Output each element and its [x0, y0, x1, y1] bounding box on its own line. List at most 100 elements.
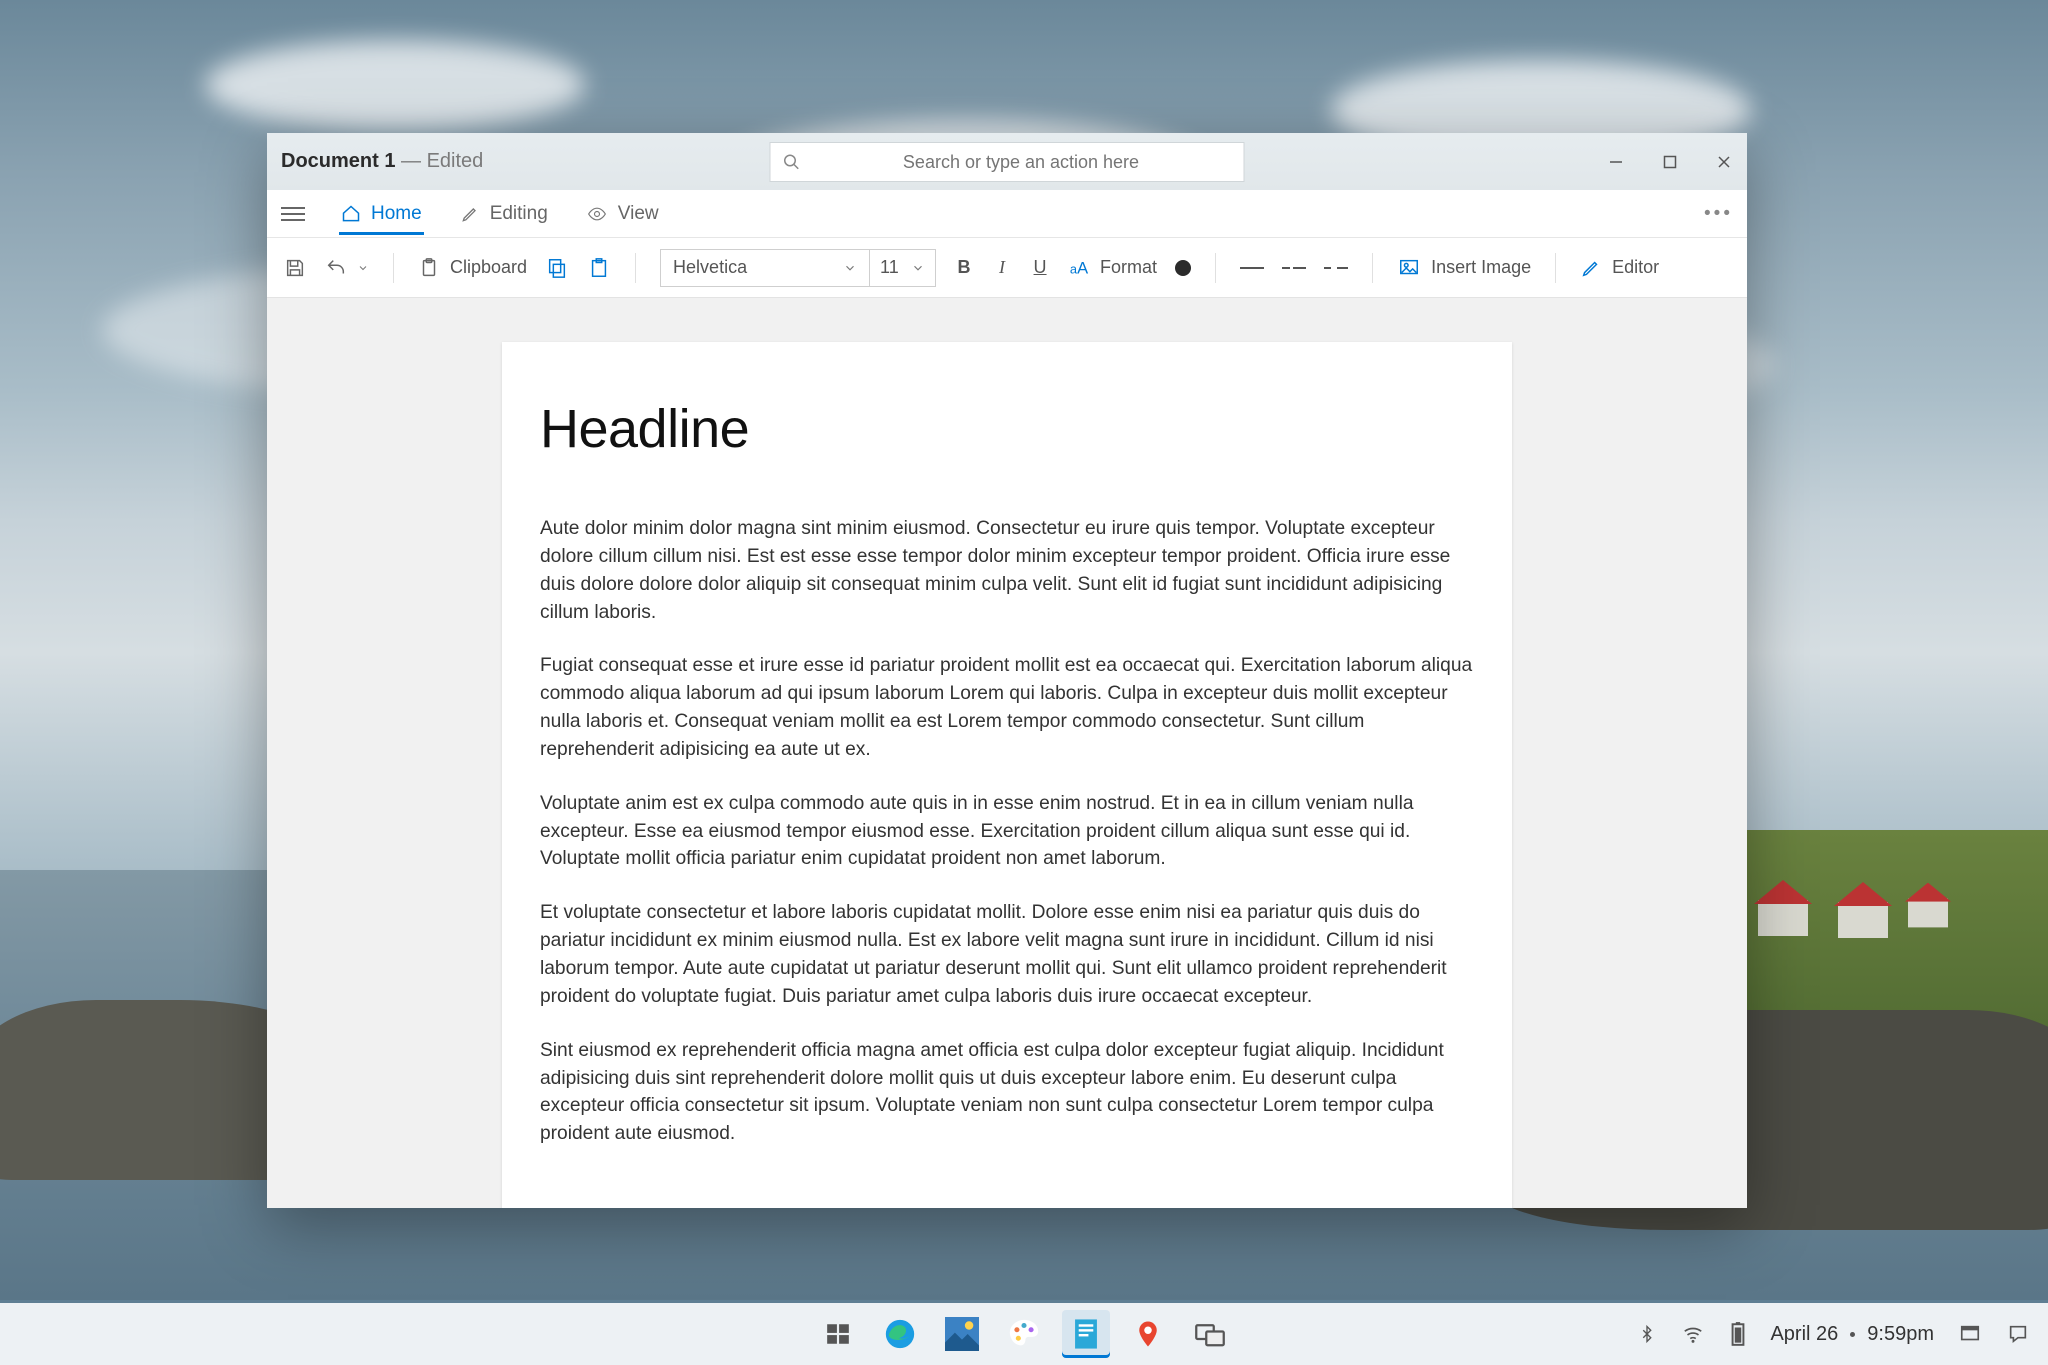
- taskbar-apps: [814, 1310, 1234, 1358]
- maximize-button[interactable]: [1661, 153, 1679, 171]
- window-title: Document 1 — Edited: [281, 150, 483, 173]
- taskbar-app-photos[interactable]: [938, 1310, 986, 1358]
- separator: [1555, 253, 1556, 283]
- insert-image-button[interactable]: Insert Image: [1397, 257, 1531, 279]
- font-size-value: 11: [880, 257, 899, 278]
- action-center-icon[interactable]: [1958, 1323, 1982, 1345]
- titlebar[interactable]: Document 1 — Edited: [267, 133, 1747, 190]
- desktop-wallpaper: Document 1 — Edited Home Editing: [0, 0, 2048, 1365]
- align-left-button[interactable]: [1240, 256, 1264, 280]
- undo-icon: [325, 257, 347, 279]
- font-color-button[interactable]: [1175, 260, 1191, 276]
- document-page[interactable]: Headline Aute dolor minim dolor magna si…: [502, 342, 1512, 1208]
- eye-icon: [586, 204, 608, 224]
- taskbar-date: April 26: [1770, 1323, 1838, 1346]
- paste-button[interactable]: [587, 256, 611, 280]
- document-paragraph[interactable]: Voluptate anim est ex culpa commodo aute…: [540, 790, 1474, 874]
- taskbar-tray: April 26 9:59pm: [1638, 1321, 2030, 1347]
- more-button[interactable]: •••: [1704, 203, 1733, 225]
- chevron-down-icon: [843, 261, 857, 275]
- undo-button[interactable]: [325, 257, 369, 279]
- notifications-icon[interactable]: [2006, 1323, 2030, 1345]
- font-family-select[interactable]: Helvetica: [660, 249, 870, 287]
- separator: [1372, 253, 1373, 283]
- chevron-down-icon: [911, 261, 925, 275]
- tabs-bar: Home Editing View •••: [267, 190, 1747, 238]
- canvas-area: Headline Aute dolor minim dolor magna si…: [267, 298, 1747, 1208]
- taskbar-app-paint[interactable]: [1000, 1310, 1048, 1358]
- start-button[interactable]: [814, 1310, 862, 1358]
- clipboard-icon: [418, 257, 440, 279]
- tab-view-label: View: [618, 203, 659, 225]
- taskbar-time: 9:59pm: [1867, 1323, 1934, 1346]
- pen-icon: [1580, 257, 1602, 279]
- bluetooth-icon[interactable]: [1638, 1322, 1656, 1346]
- save-button[interactable]: [283, 256, 307, 280]
- editor-button[interactable]: Editor: [1580, 257, 1659, 279]
- map-pin-icon: [1133, 1317, 1163, 1351]
- clipboard-button[interactable]: Clipboard: [418, 257, 527, 279]
- document-icon: [1071, 1317, 1101, 1351]
- document-paragraph[interactable]: Et voluptate consectetur et labore labor…: [540, 899, 1474, 1010]
- tab-editing[interactable]: Editing: [458, 193, 550, 234]
- tab-home-label: Home: [371, 203, 422, 225]
- document-paragraph[interactable]: Fugiat consequat esse et irure esse id p…: [540, 652, 1474, 763]
- separator: [1215, 253, 1216, 283]
- document-headline[interactable]: Headline: [540, 398, 1474, 460]
- hamburger-button[interactable]: [281, 207, 305, 221]
- editor-label: Editor: [1612, 257, 1659, 278]
- ribbon-toolbar: Clipboard Helvetica 11 B I U: [267, 238, 1747, 298]
- font-size-select[interactable]: 11: [870, 249, 936, 287]
- taskview-icon: [1195, 1321, 1225, 1347]
- copy-icon: [546, 257, 568, 279]
- separator: [393, 253, 394, 283]
- tab-editing-label: Editing: [490, 203, 548, 225]
- format-label: Format: [1100, 257, 1157, 278]
- paste-icon: [588, 257, 610, 279]
- doc-status: — Edited: [395, 150, 483, 172]
- close-button[interactable]: [1715, 153, 1733, 171]
- dot-separator-icon: [1850, 1332, 1855, 1337]
- align-center-button[interactable]: [1282, 256, 1306, 280]
- taskbar: April 26 9:59pm: [0, 1303, 2048, 1365]
- tab-view[interactable]: View: [584, 193, 661, 234]
- doc-name: Document 1: [281, 150, 395, 172]
- windows-icon: [825, 1321, 851, 1347]
- taskbar-app-taskview[interactable]: [1186, 1310, 1234, 1358]
- search-icon: [783, 153, 801, 171]
- tab-home[interactable]: Home: [339, 193, 424, 234]
- clipboard-label: Clipboard: [450, 257, 527, 278]
- taskbar-clock[interactable]: April 26 9:59pm: [1770, 1323, 1934, 1346]
- house-icon: [1758, 900, 1808, 936]
- document-paragraph[interactable]: Aute dolor minim dolor magna sint minim …: [540, 515, 1474, 626]
- document-paragraph[interactable]: Sint eiusmod ex reprehenderit officia ma…: [540, 1037, 1474, 1148]
- chevron-down-icon: [357, 262, 369, 274]
- separator: [635, 253, 636, 283]
- bold-button[interactable]: B: [954, 257, 974, 278]
- align-right-button[interactable]: [1324, 256, 1348, 280]
- svg-text:A: A: [1077, 259, 1088, 277]
- app-window: Document 1 — Edited Home Editing: [267, 133, 1747, 1208]
- insert-image-label: Insert Image: [1431, 257, 1531, 278]
- house-icon: [1908, 899, 1948, 928]
- minimize-button[interactable]: [1607, 153, 1625, 171]
- format-icon: aA: [1068, 257, 1090, 279]
- underline-button[interactable]: U: [1030, 257, 1050, 278]
- copy-button[interactable]: [545, 256, 569, 280]
- battery-icon[interactable]: [1730, 1321, 1746, 1347]
- taskbar-app-edge[interactable]: [876, 1310, 924, 1358]
- image-icon: [1397, 257, 1421, 279]
- pencil-icon: [460, 204, 480, 224]
- home-icon: [341, 204, 361, 224]
- photos-icon: [945, 1317, 979, 1351]
- search-box[interactable]: [770, 142, 1245, 182]
- wifi-icon[interactable]: [1680, 1323, 1706, 1345]
- search-input[interactable]: [811, 152, 1232, 173]
- taskbar-app-wordpad[interactable]: [1062, 1310, 1110, 1358]
- taskbar-app-maps[interactable]: [1124, 1310, 1172, 1358]
- paint-icon: [1007, 1317, 1041, 1351]
- italic-button[interactable]: I: [992, 257, 1012, 278]
- format-button[interactable]: aA Format: [1068, 257, 1157, 279]
- font-family-value: Helvetica: [673, 257, 747, 278]
- house-icon: [1838, 902, 1888, 938]
